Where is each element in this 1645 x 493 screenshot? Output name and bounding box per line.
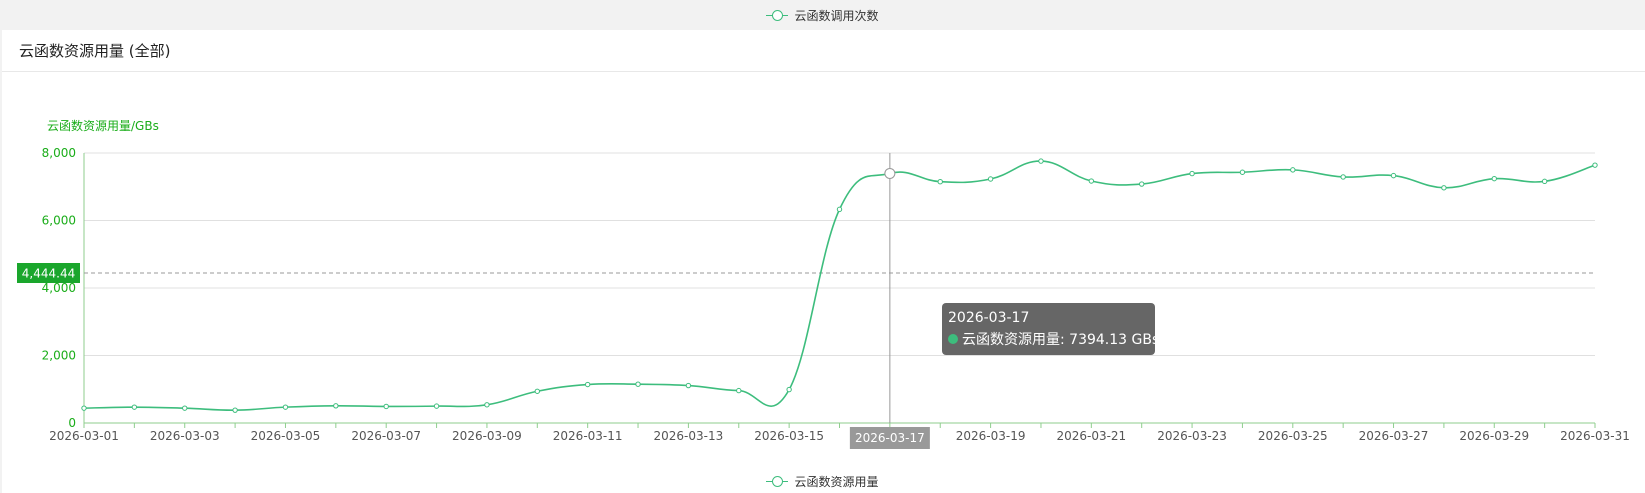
data-point[interactable] — [786, 386, 792, 393]
legend-label: 云函数资源用量 — [794, 474, 879, 489]
data-point[interactable] — [232, 407, 238, 413]
y-axis-title: 云函数资源用量/GBs — [47, 118, 159, 133]
data-point[interactable] — [685, 382, 692, 389]
data-point[interactable] — [987, 176, 994, 182]
x-tick-label: 2026-03-25 — [1258, 429, 1328, 443]
x-tick-label: 2026-03-31 — [1560, 429, 1630, 443]
data-point[interactable] — [937, 178, 943, 185]
x-tick-label: 2026-03-29 — [1459, 429, 1529, 443]
data-point[interactable] — [131, 404, 138, 410]
x-tick-label: 2026-03-13 — [654, 429, 724, 443]
x-tick-label: 2026-03-07 — [351, 429, 421, 443]
legend-line-circle-icon — [766, 475, 789, 487]
x-tick-label: 2026-03-11 — [553, 429, 623, 443]
data-point[interactable] — [1541, 178, 1548, 185]
x-tick-label: 2026-03-05 — [251, 429, 321, 443]
data-point[interactable] — [635, 381, 641, 387]
data-point[interactable] — [1491, 175, 1497, 182]
data-point[interactable] — [1390, 172, 1397, 179]
line-chart[interactable]: 0 2,000 4,000 6,000 8,000 云函数资源用量/GBs 2026-03-… — [0, 0, 1645, 493]
tooltip-series-text: 云函数资源用量: 7394.13 GBs — [962, 332, 1159, 348]
x-tick-label: 2026-03-23 — [1157, 429, 1227, 443]
data-point[interactable] — [584, 381, 591, 388]
data-point[interactable] — [1139, 181, 1145, 187]
y-tick-label: 0 — [68, 416, 76, 430]
data-point[interactable] — [1290, 167, 1296, 173]
x-tick-label: 2026-03-01 — [49, 429, 119, 443]
data-point[interactable] — [1088, 178, 1095, 184]
tooltip-series-name: 云函数资源用量 — [962, 332, 1060, 348]
series-line — [83, 160, 1596, 411]
data-point[interactable] — [282, 404, 289, 410]
bottom-legend[interactable]: 云函数资源用量 — [0, 470, 1645, 492]
data-point[interactable] — [333, 403, 339, 409]
legend-item-usage[interactable]: 云函数资源用量 — [766, 473, 879, 490]
data-point[interactable] — [383, 403, 389, 410]
data-point[interactable] — [1239, 169, 1246, 175]
data-point[interactable] — [182, 405, 188, 411]
y-tick-label: 6,000 — [42, 214, 76, 228]
x-tick-label: 2026-03-27 — [1359, 429, 1429, 443]
data-point[interactable] — [534, 388, 540, 394]
mark-line-label: 4,444.44 — [22, 267, 75, 281]
data-point[interactable] — [1189, 170, 1195, 177]
x-tick-label: 2026-03-09 — [452, 429, 522, 443]
y-tick-label: 4,000 — [42, 281, 76, 295]
data-point[interactable] — [836, 206, 843, 213]
pointer-x-label: 2026-03-17 — [855, 431, 925, 445]
y-tick-label: 8,000 — [42, 146, 76, 160]
tooltip-separator: : — [1060, 332, 1069, 348]
data-point[interactable] — [81, 405, 87, 411]
data-point[interactable] — [433, 403, 440, 409]
tooltip-series-dot — [948, 334, 958, 344]
x-tick-label: 2026-03-19 — [956, 429, 1026, 443]
x-tick-label: 2026-03-03 — [150, 429, 220, 443]
x-tick-label: 2026-03-15 — [754, 429, 824, 443]
data-point[interactable] — [1340, 174, 1346, 180]
data-point[interactable] — [1592, 162, 1598, 168]
x-tick-label: 2026-03-21 — [1056, 429, 1126, 443]
data-point[interactable] — [1038, 158, 1044, 164]
data-point[interactable] — [884, 167, 896, 179]
tooltip-value: 7394.13 GBs — [1069, 332, 1159, 348]
y-tick-label: 2,000 — [42, 349, 76, 363]
tooltip-title: 2026-03-17 — [948, 310, 1029, 326]
data-point[interactable] — [1441, 185, 1447, 191]
data-point[interactable] — [736, 387, 742, 394]
data-point[interactable] — [484, 402, 490, 408]
